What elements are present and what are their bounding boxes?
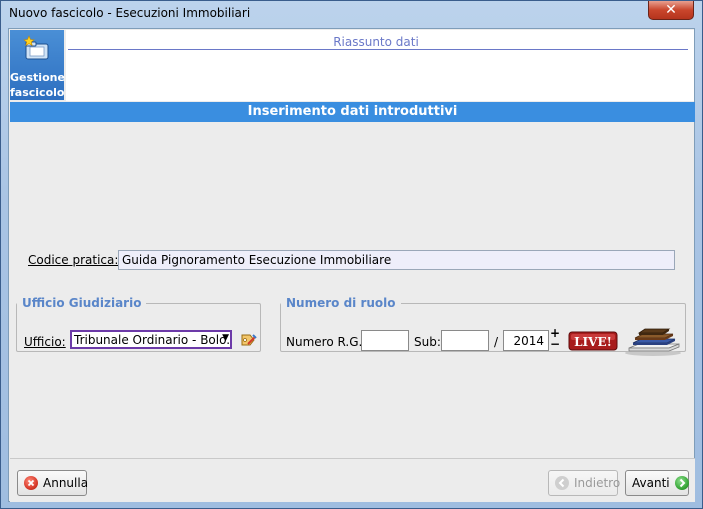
live-badge-label: LIVE! [574, 335, 612, 349]
summary-panel: Riassunto dati [66, 30, 694, 101]
ufficio-giudiziario-group: Ufficio Giudiziario Ufficio: Tribunale O… [16, 296, 261, 352]
title-bar: Nuovo fascicolo - Esecuzioni Immobiliari… [1, 1, 702, 27]
cancel-button[interactable]: Annulla [17, 470, 89, 496]
cancel-icon [24, 476, 38, 490]
summary-title: Riassunto dati [333, 35, 419, 49]
sidebar-tile-label-line2: fascicolo [10, 86, 65, 99]
button-bar: Annulla Indietro Avanti [10, 458, 695, 502]
sidebar-item-gestione-fascicolo[interactable]: Gestione fascicolo [10, 30, 65, 100]
codice-pratica-field[interactable]: Guida Pignoramento Esecuzione Immobiliar… [118, 250, 675, 270]
numero-di-ruolo-group: Numero di ruolo Numero R.G.: Sub: / 2014… [280, 296, 686, 356]
ufficio-selected-value: Tribunale Ordinario - Bolo... [74, 333, 232, 347]
sidebar-tile-label-line1: Gestione [10, 71, 65, 84]
codice-pratica-label: Codice pratica: [28, 253, 119, 267]
section-header: Inserimento dati introduttivi [10, 102, 695, 122]
year-stepper[interactable]: + − [550, 327, 560, 352]
ufficio-giudiziario-legend: Ufficio Giudiziario [22, 296, 142, 310]
year-separator: / [494, 335, 499, 349]
sidebar-tile-label: Gestione fascicolo [10, 70, 65, 100]
decrement-icon[interactable]: − [550, 338, 560, 350]
numero-rg-input[interactable] [361, 330, 409, 351]
dialog-body: Gestione fascicolo Riassunto dati Inseri… [8, 28, 695, 502]
app-window: Nuovo fascicolo - Esecuzioni Immobiliari… [0, 0, 703, 509]
window-title: Nuovo fascicolo - Esecuzioni Immobiliari [9, 6, 251, 20]
books-icon[interactable] [623, 324, 683, 356]
edit-office-icon[interactable] [239, 331, 257, 349]
sub-input[interactable] [441, 330, 489, 351]
chevron-down-icon: ▼ [222, 333, 229, 343]
live-badge-icon[interactable]: LIVE! [568, 330, 618, 352]
numero-rg-label: Numero R.G.: [286, 335, 367, 349]
ufficio-label: Ufficio: [24, 335, 66, 349]
ufficio-select[interactable]: Tribunale Ordinario - Bolo... ▼ [70, 330, 232, 349]
back-arrow-icon [555, 476, 569, 490]
year-input[interactable]: 2014 [503, 330, 549, 351]
next-button-label: Avanti [632, 476, 670, 490]
folder-star-icon [23, 35, 49, 60]
cancel-button-label: Annulla [43, 476, 89, 490]
next-button[interactable]: Avanti [625, 470, 689, 496]
back-button-label: Indietro [574, 476, 621, 490]
sub-label: Sub: [414, 335, 441, 349]
close-button[interactable]: ✕ [648, 1, 694, 20]
close-icon: ✕ [665, 2, 677, 18]
numero-di-ruolo-legend: Numero di ruolo [286, 296, 396, 310]
next-arrow-icon [674, 476, 689, 490]
back-button[interactable]: Indietro [548, 470, 621, 496]
summary-divider [68, 49, 688, 50]
